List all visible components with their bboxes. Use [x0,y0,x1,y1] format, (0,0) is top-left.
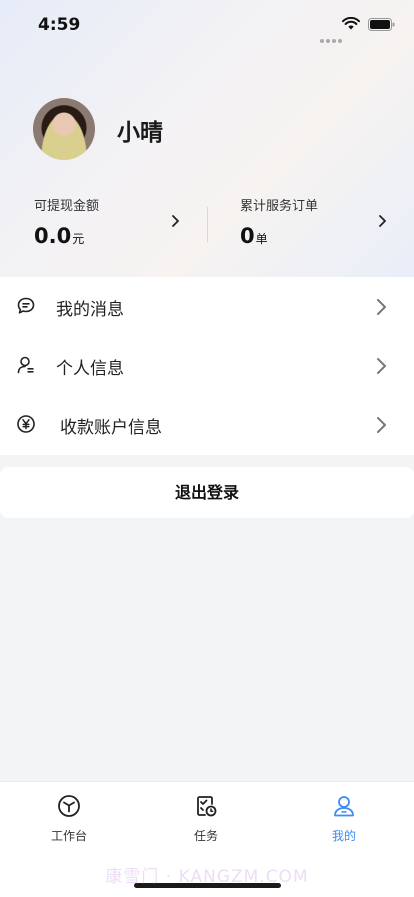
menu-item-payment-account[interactable]: 收款账户信息 [0,395,414,454]
tab-mine[interactable]: 我的 [304,794,384,844]
chevron-right-icon[interactable] [171,214,180,228]
chevron-right-icon [377,299,386,315]
menu-label-messages: 我的消息 [56,300,124,320]
user-card-icon [17,356,34,374]
tab-label-workbench: 工作台 [50,829,87,843]
logout-button[interactable]: 退出登录 [0,467,414,518]
total-orders[interactable]: 累计服务订单 0单 [240,195,318,248]
avatar[interactable] [33,98,95,160]
settings-menu: 我的消息 个人信息 收款账户信息 [0,277,414,455]
menu-item-messages[interactable]: 我的消息 [0,277,414,336]
status-time: 4:59 [38,15,81,35]
status-bar: 4:59 [0,0,414,50]
menu-item-personal-info[interactable]: 个人信息 [0,336,414,395]
orders-label: 累计服务订单 [240,199,319,214]
withdrawable-amount[interactable]: 可提现金额 0.0元 [34,195,99,248]
menu-label-payment-account: 收款账户信息 [60,418,162,438]
profile-header: 4:59 小晴 可提现金额 0.0元 累计服务订单 0单 [0,0,414,277]
profile-icon [334,796,354,817]
watermark: 康雪门 · KANGZM.COM [105,867,309,887]
battery-icon [368,18,395,31]
yen-icon [17,415,35,433]
workbench-icon [58,795,80,817]
wifi-icon [342,17,360,30]
task-icon [197,796,217,817]
orders-value: 0 [240,224,255,248]
stats-divider [207,207,208,242]
menu-label-personal-info: 个人信息 [56,359,124,379]
signal-icon [320,28,344,47]
user-name: 小晴 [117,120,163,146]
tab-label-mine: 我的 [331,829,356,843]
chevron-right-icon[interactable] [378,214,387,228]
orders-unit: 单 [255,232,268,246]
tab-workbench[interactable]: 工作台 [29,794,109,844]
tab-tasks[interactable]: 任务 [166,794,246,844]
withdrawable-label: 可提现金额 [34,199,100,214]
withdrawable-value: 0.0 [34,224,72,248]
message-icon [17,297,35,314]
tab-label-tasks: 任务 [193,829,218,843]
chevron-right-icon [377,358,386,374]
withdrawable-unit: 元 [72,232,85,246]
chevron-right-icon [377,417,386,433]
